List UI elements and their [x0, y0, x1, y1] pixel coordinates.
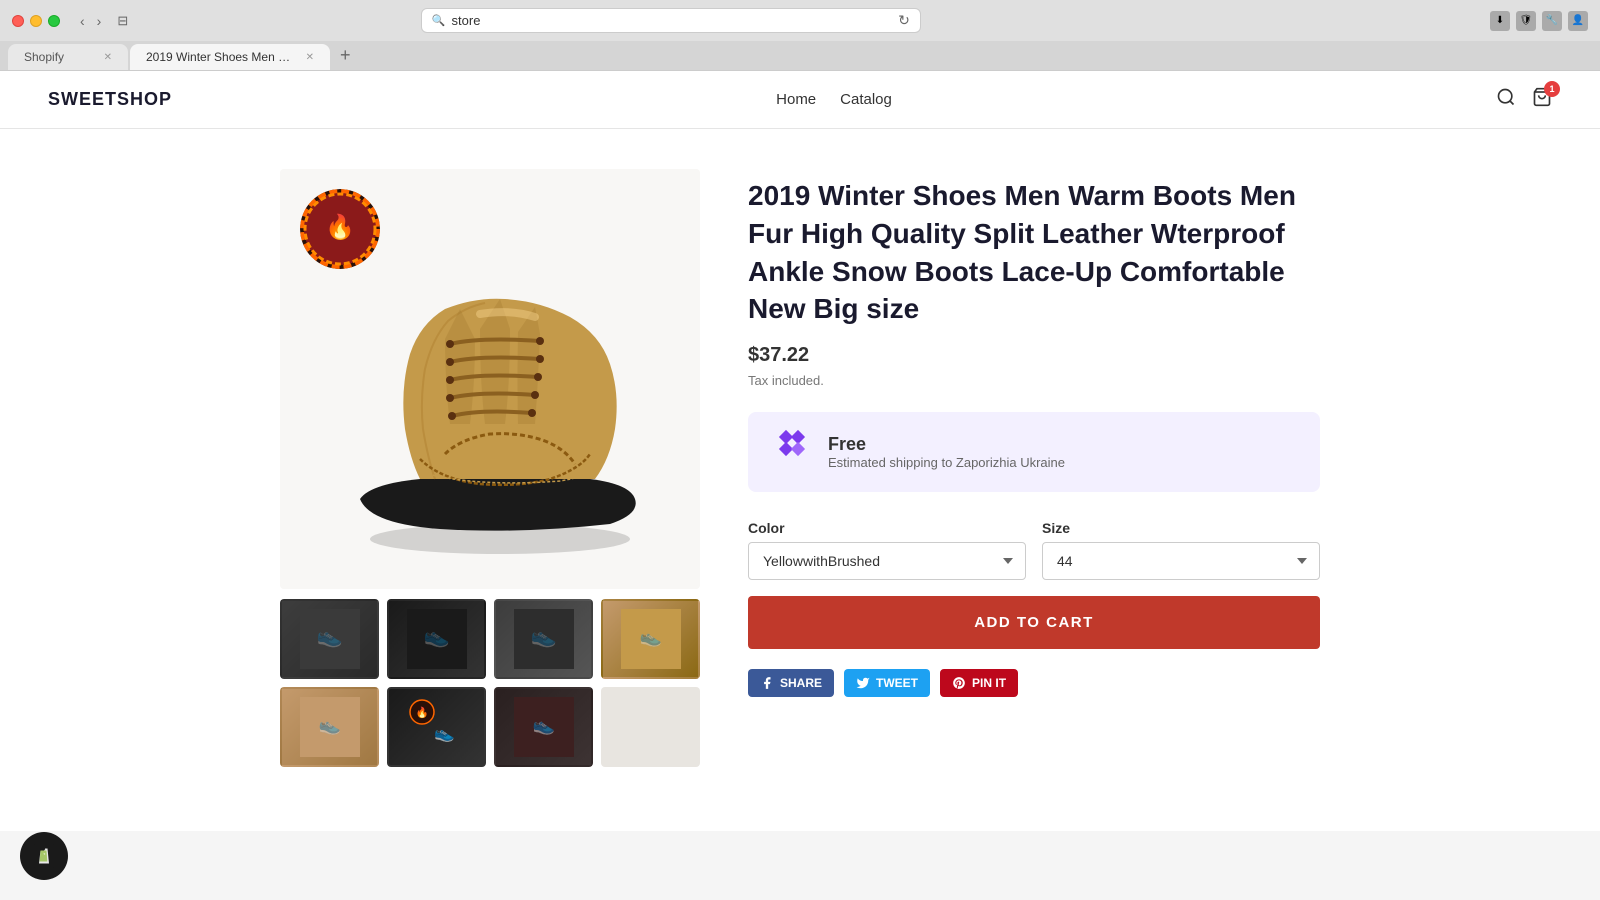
shipping-text: Free Estimated shipping to Zaporizhia Uk…: [828, 434, 1065, 470]
cart-badge: 1: [1544, 81, 1560, 97]
traffic-lights: [12, 15, 60, 27]
shipping-detail: Estimated shipping to Zaporizhia Ukraine: [828, 455, 1065, 470]
page-content: SWEETSHOP Home Catalog 1: [0, 71, 1600, 831]
shipping-icon: [772, 432, 812, 472]
thumbnail-2[interactable]: 👟: [387, 599, 486, 679]
add-to-cart-button[interactable]: ADD TO CART: [748, 596, 1320, 649]
svg-text:🔥: 🔥: [415, 706, 428, 719]
shopify-icon: [32, 844, 56, 868]
site-header: SWEETSHOP Home Catalog 1: [0, 71, 1600, 129]
main-image: 🔥: [280, 169, 700, 589]
search-icon: 🔍: [432, 14, 446, 27]
address-bar[interactable]: 🔍 store ↻: [421, 8, 921, 33]
svg-text:👟: 👟: [530, 625, 556, 649]
site-nav: Home Catalog: [776, 91, 892, 108]
twitter-share-label: TWEET: [876, 676, 918, 690]
shipping-banner: Free Estimated shipping to Zaporizhia Uk…: [748, 412, 1320, 492]
thumbnail-row-2: 👟 🔥 👟 👟: [280, 687, 700, 767]
thumbnail-5[interactable]: 👟: [280, 687, 379, 767]
tab-close-product[interactable]: ✕: [306, 52, 314, 63]
size-label: Size: [1042, 520, 1320, 536]
browser-chrome: ‹ › ⊟ 🔍 store ↻ ⬇ 🛡 🔧 👤 Shopify ✕ 2019 W…: [0, 0, 1600, 71]
address-text: store: [452, 13, 481, 28]
svg-text:👟: 👟: [423, 625, 449, 649]
shield-icon[interactable]: 🛡: [1516, 11, 1536, 31]
color-select[interactable]: YellowwithBrushed BlackwithBrushed DarkB…: [748, 542, 1026, 580]
product-section: 🔥: [200, 129, 1400, 807]
svg-text:👟: 👟: [532, 715, 554, 736]
facebook-share-button[interactable]: SHARE: [748, 669, 834, 697]
search-button[interactable]: [1496, 87, 1516, 112]
browser-tabs: Shopify ✕ 2019 Winter Shoes Men Warm Boo…: [0, 41, 1600, 70]
toolbar-right: ⬇ 🛡 🔧 👤: [1490, 11, 1588, 31]
browser-titlebar: ‹ › ⊟ 🔍 store ↻ ⬇ 🛡 🔧 👤: [0, 0, 1600, 41]
product-info: 2019 Winter Shoes Men Warm Boots Men Fur…: [748, 169, 1320, 697]
cart-button[interactable]: 1: [1532, 87, 1552, 112]
nav-catalog[interactable]: Catalog: [840, 91, 892, 108]
twitter-icon: [856, 676, 870, 690]
back-button[interactable]: ‹: [76, 11, 89, 31]
fire-badge: 🔥: [300, 189, 380, 269]
tab-product[interactable]: 2019 Winter Shoes Men Warm Boots Men Fur…: [130, 44, 330, 70]
thumbnail-row-1: 👟 👟 👟: [280, 599, 700, 679]
twitter-share-button[interactable]: TWEET: [844, 669, 930, 697]
tab-list-button[interactable]: ⊟: [113, 11, 132, 31]
thumbnail-6[interactable]: 🔥 👟: [387, 687, 486, 767]
pinterest-share-button[interactable]: PIN IT: [940, 669, 1018, 697]
shopify-badge[interactable]: [20, 832, 68, 880]
color-group: Color YellowwithBrushed BlackwithBrushed…: [748, 520, 1026, 580]
svg-text:🔥: 🔥: [325, 213, 355, 241]
variant-selects: Color YellowwithBrushed BlackwithBrushed…: [748, 520, 1320, 580]
new-tab-button[interactable]: +: [332, 41, 359, 70]
tax-note: Tax included.: [748, 373, 1320, 388]
thumbnail-8[interactable]: [601, 687, 700, 767]
site-logo: SWEETSHOP: [48, 89, 172, 110]
profile-icon[interactable]: 👤: [1568, 11, 1588, 31]
product-gallery: 🔥: [280, 169, 700, 767]
header-icons: 1: [1496, 87, 1552, 112]
maximize-window-button[interactable]: [48, 15, 60, 27]
extensions-icon[interactable]: 🔧: [1542, 11, 1562, 31]
nav-home[interactable]: Home: [776, 91, 816, 108]
pinterest-icon: [952, 676, 966, 690]
minimize-window-button[interactable]: [30, 15, 42, 27]
svg-text:👟: 👟: [434, 724, 455, 743]
size-group: Size 39 40 41 42 43 44 45 46: [1042, 520, 1320, 580]
thumbnail-3[interactable]: 👟: [494, 599, 593, 679]
tab-product-label: 2019 Winter Shoes Men Warm Boots Men Fur…: [146, 50, 298, 64]
svg-text:👟: 👟: [318, 715, 340, 736]
product-title: 2019 Winter Shoes Men Warm Boots Men Fur…: [748, 177, 1320, 328]
tab-close-shopify[interactable]: ✕: [104, 52, 112, 63]
shipping-free-label: Free: [828, 434, 1065, 455]
size-select[interactable]: 39 40 41 42 43 44 45 46: [1042, 542, 1320, 580]
tab-shopify-label: Shopify: [24, 50, 64, 64]
thumbnail-1[interactable]: 👟: [280, 599, 379, 679]
forward-button[interactable]: ›: [93, 11, 106, 31]
tab-shopify[interactable]: Shopify ✕: [8, 44, 128, 70]
pinterest-share-label: PIN IT: [972, 676, 1006, 690]
color-label: Color: [748, 520, 1026, 536]
refresh-button[interactable]: ↻: [898, 12, 910, 29]
close-window-button[interactable]: [12, 15, 24, 27]
share-buttons: SHARE TWEET PIN IT: [748, 669, 1320, 697]
facebook-icon: [760, 676, 774, 690]
thumbnail-4[interactable]: 👟: [601, 599, 700, 679]
svg-text:👟: 👟: [639, 627, 661, 648]
facebook-share-label: SHARE: [780, 676, 822, 690]
thumbnail-7[interactable]: 👟: [494, 687, 593, 767]
download-icon[interactable]: ⬇: [1490, 11, 1510, 31]
svg-text:👟: 👟: [316, 625, 342, 649]
browser-nav-buttons: ‹ ›: [76, 11, 105, 31]
product-price: $37.22: [748, 344, 1320, 367]
